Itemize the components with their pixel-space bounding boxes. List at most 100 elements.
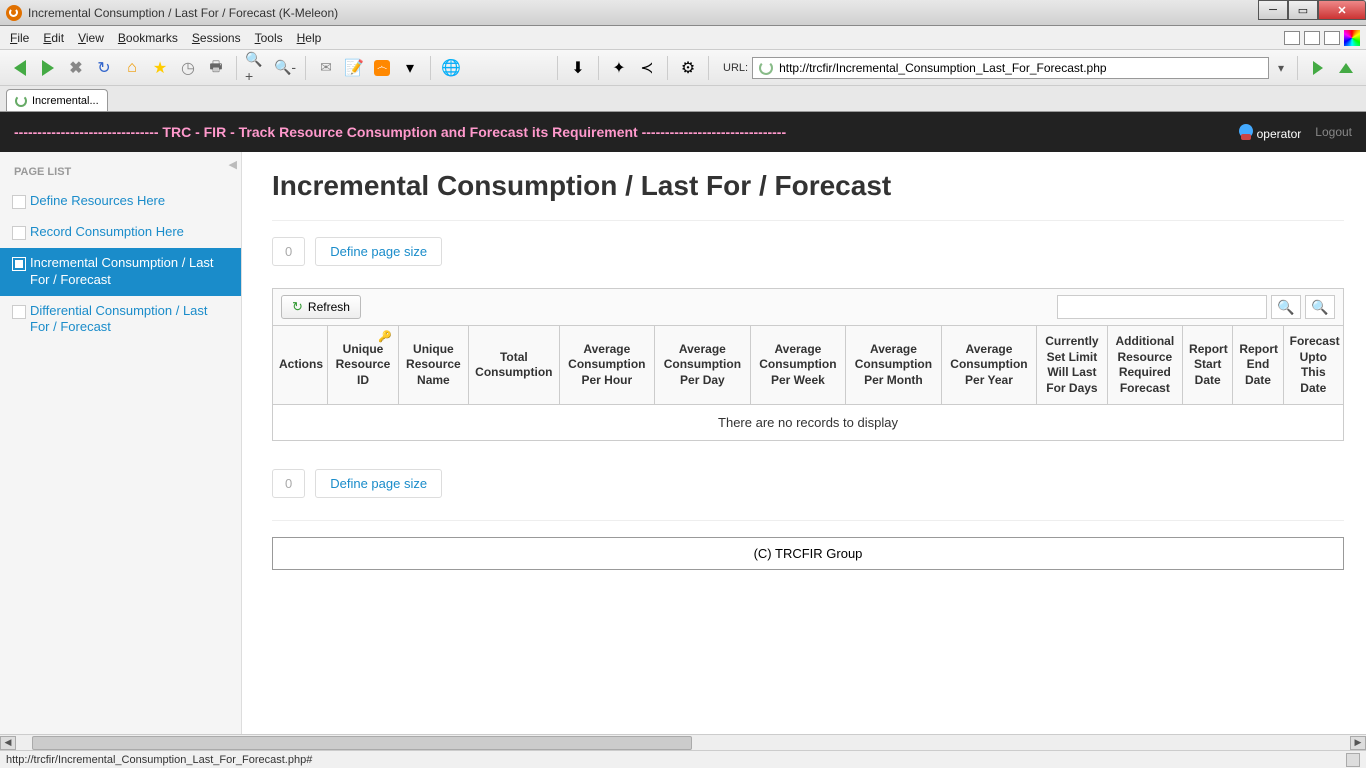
zoom-out-button[interactable]: 🔍- [273,56,297,80]
horizontal-scrollbar[interactable]: ◀ ▶ [0,734,1366,750]
col-additional-forecast[interactable]: Additional Resource Required Forecast [1107,326,1182,405]
refresh-icon: ↻ [292,299,303,315]
page-title: Incremental Consumption / Last For / For… [272,170,1344,202]
home-button[interactable]: ⌂ [120,56,144,80]
sidebar-item-define-resources[interactable]: Define Resources Here [0,186,241,217]
url-label: URL: [723,62,748,74]
reload-button[interactable]: ↻ [92,56,116,80]
settings-gear-icon[interactable]: ⚙ [676,56,700,80]
statusbar: http://trcfir/Incremental_Consumption_La… [0,750,1366,768]
app-header: ------------------------------- TRC - FI… [0,112,1366,152]
sidebar-item-incremental[interactable]: Incremental Consumption / Last For / For… [0,248,241,296]
scroll-left-arrow[interactable]: ◀ [0,736,16,750]
divider-bottom [272,520,1344,521]
mail-button[interactable]: ✉ [314,56,338,80]
scroll-right-arrow[interactable]: ▶ [1350,736,1366,750]
browser-toolbar: ✖ ↻ ⌂ ★ ◷ 🖶 🔍+ 🔍- ✉ 📝 ෴ ▾ 🌐 ⬇ ✦ ≺ ⚙ URL:… [0,50,1366,86]
feed-button[interactable]: ෴ [370,56,394,80]
main-layout: ◀ PAGE LIST Define Resources Here Record… [0,152,1366,750]
go-button[interactable] [1306,56,1330,80]
user-label[interactable]: operator [1239,124,1302,141]
up-button[interactable] [1334,56,1358,80]
feed-dropdown[interactable]: ▾ [398,56,422,80]
sidebar-collapse-icon[interactable]: ◀ [229,158,237,171]
app-header-title: ------------------------------- TRC - FI… [14,124,786,140]
close-button[interactable]: ✕ [1318,0,1366,20]
compose-button[interactable]: 📝 [342,56,366,80]
window-titlebar: Incremental Consumption / Last For / For… [0,0,1366,26]
tab-label: Incremental... [32,95,99,107]
extension-button-1[interactable]: ✦ [607,56,631,80]
sidebar-item-differential[interactable]: Differential Consumption / Last For / Fo… [0,296,241,344]
col-avg-month[interactable]: Average Consumption Per Month [846,326,942,405]
data-table: Actions 🔑Unique Resource ID Unique Resou… [272,325,1344,441]
search-button[interactable]: 🔍 [1271,295,1301,319]
menubar: File Edit View Bookmarks Sessions Tools … [0,26,1366,50]
advanced-search-button[interactable]: 🔍 [1305,295,1335,319]
pager-top: 0 Define page size [272,237,1344,266]
download-button[interactable]: ⬇ [566,56,590,80]
forward-button[interactable] [36,56,60,80]
menu-bookmarks[interactable]: Bookmarks [118,31,178,45]
table-header-row: Actions 🔑Unique Resource ID Unique Resou… [273,326,1344,405]
record-count-top: 0 [272,237,305,266]
empty-message: There are no records to display [273,405,1344,441]
window-title: Incremental Consumption / Last For / For… [28,6,338,20]
menu-tools[interactable]: Tools [255,31,283,45]
col-avg-day[interactable]: Average Consumption Per Day [655,326,751,405]
print-button[interactable]: 🖶 [204,56,228,80]
scroll-thumb[interactable] [32,736,692,750]
logout-link[interactable]: Logout [1315,125,1352,139]
bookmark-button[interactable]: ★ [148,56,172,80]
color-square-icon[interactable] [1344,30,1360,46]
url-dropdown[interactable]: ▾ [1273,61,1289,75]
zoom-in-button[interactable]: 🔍+ [245,56,269,80]
refresh-button[interactable]: ↻ Refresh [281,295,361,319]
col-report-start[interactable]: Report Start Date [1183,326,1233,405]
col-forecast-upto[interactable]: Forecast Upto This Date [1283,326,1343,405]
window-icon-2[interactable] [1304,31,1320,45]
menu-help[interactable]: Help [297,31,322,45]
window-icon-3[interactable] [1324,31,1340,45]
url-bar[interactable]: http://trcfir/Incremental_Consumption_La… [752,57,1269,79]
menu-file[interactable]: File [10,31,29,45]
menu-sessions[interactable]: Sessions [192,31,241,45]
sidebar-item-record-consumption[interactable]: Record Consumption Here [0,217,241,248]
sidebar-title: PAGE LIST [0,152,241,186]
search-input[interactable] [1057,295,1267,319]
share-button[interactable]: ≺ [635,56,659,80]
col-avg-year[interactable]: Average Consumption Per Year [941,326,1037,405]
col-total-consumption[interactable]: Total Consumption [469,326,560,405]
col-avg-hour[interactable]: Average Consumption Per Hour [559,326,655,405]
back-button[interactable] [8,56,32,80]
menu-edit[interactable]: Edit [43,31,64,45]
divider [272,220,1344,221]
resize-grip-icon[interactable] [1346,753,1360,767]
globe-button[interactable]: 🌐 [439,56,463,80]
history-button[interactable]: ◷ [176,56,200,80]
browser-tab[interactable]: Incremental... [6,89,108,111]
col-unique-resource-id[interactable]: 🔑Unique Resource ID [328,326,398,405]
record-count-bottom: 0 [272,469,305,498]
window-controls: ─ ▭ ✕ [1258,0,1366,20]
user-icon [1239,124,1253,138]
tab-loading-icon [15,95,27,107]
browser-favicon [6,5,22,21]
col-unique-resource-name[interactable]: Unique Resource Name [398,326,468,405]
footer: (C) TRCFIR Group [272,537,1344,570]
loading-spinner-icon [759,61,773,75]
menu-view[interactable]: View [78,31,104,45]
stop-button[interactable]: ✖ [64,56,88,80]
window-icon-1[interactable] [1284,31,1300,45]
col-limit-days[interactable]: Currently Set Limit Will Last For Days [1037,326,1107,405]
tab-strip: Incremental... [0,86,1366,112]
define-page-size-bottom[interactable]: Define page size [315,469,442,498]
minimize-button[interactable]: ─ [1258,0,1288,20]
col-avg-week[interactable]: Average Consumption Per Week [750,326,846,405]
col-report-end[interactable]: Report End Date [1233,326,1283,405]
table-controls: ↻ Refresh 🔍 🔍 [272,288,1344,325]
col-actions[interactable]: Actions [273,326,328,405]
define-page-size-top[interactable]: Define page size [315,237,442,266]
maximize-button[interactable]: ▭ [1288,0,1318,20]
key-icon: 🔑 [378,330,392,344]
